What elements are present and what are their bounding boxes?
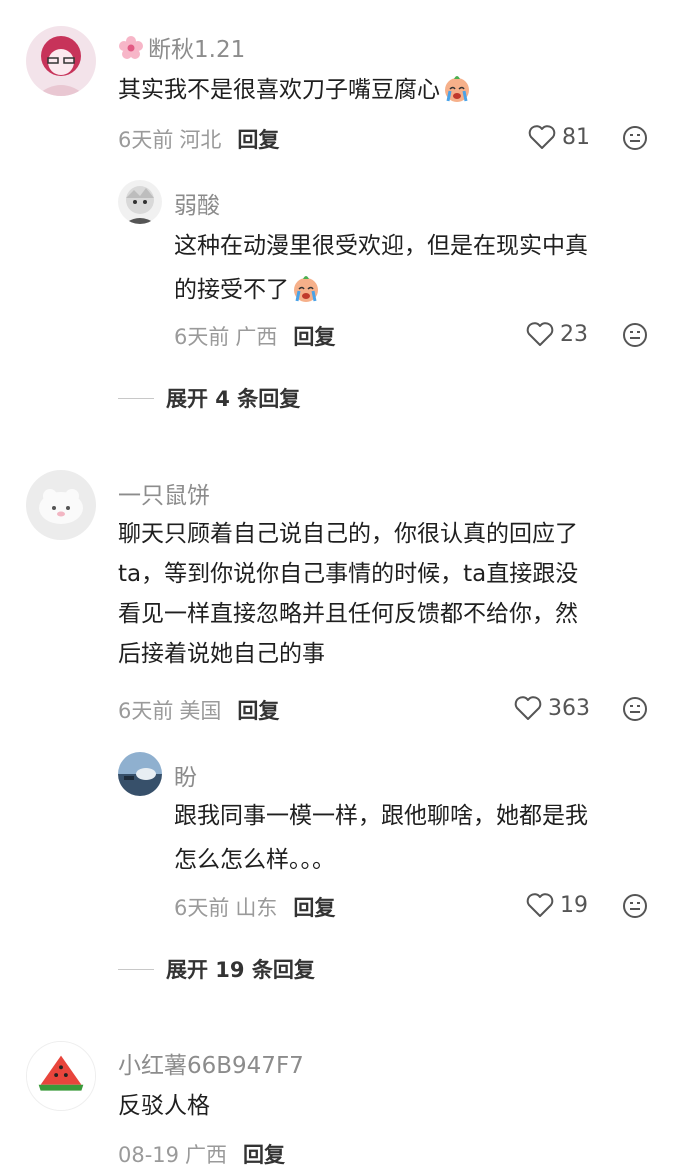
location: 山东: [235, 896, 278, 920]
comment-text: 聊天只顾着自己说自己的，你很认真的回应了 ta，等到你说你自己事情的时候，ta直…: [118, 514, 578, 674]
emoji-face-icon[interactable]: [622, 322, 648, 348]
comment-meta: 6天前 河北 回复: [118, 124, 279, 154]
avatar[interactable]: [26, 470, 96, 540]
like-count: 23: [560, 321, 588, 347]
flower-icon: [119, 36, 143, 59]
reply-text-line: 的接受不了: [174, 270, 588, 310]
timestamp: 6天前: [118, 699, 174, 723]
like-button[interactable]: 81: [528, 124, 590, 150]
like-count: 19: [560, 892, 588, 918]
username[interactable]: 小红薯66B947F7: [118, 1046, 304, 1080]
comment-meta: 08-19 广西 回复: [118, 1139, 285, 1169]
reply-button[interactable]: 回复: [293, 896, 335, 920]
username[interactable]: 断秋1.21: [118, 30, 245, 64]
comment-text-line: 后接着说她自己的事: [118, 641, 325, 667]
divider: [118, 397, 154, 399]
reply-meta: 6天前 广西 回复: [174, 321, 335, 351]
heart-outline-icon: [514, 696, 542, 720]
reply-button[interactable]: 回复: [293, 325, 335, 349]
reply-text-line: 跟我同事一模一样，跟他聊啥，她都是我: [174, 803, 588, 829]
avatar[interactable]: [118, 752, 162, 796]
location: 美国: [179, 699, 222, 723]
like-count: 81: [562, 124, 590, 150]
reply-button[interactable]: 回复: [237, 699, 279, 723]
comment-text: 其实我不是很喜欢刀子嘴豆腐心: [118, 70, 472, 110]
like-button[interactable]: 23: [526, 321, 588, 347]
timestamp: 6天前: [174, 325, 230, 349]
comment-meta: 6天前 美国 回复: [118, 695, 279, 725]
avatar[interactable]: [26, 26, 96, 96]
emoji-face-icon[interactable]: [622, 125, 648, 151]
timestamp: 6天前: [118, 128, 174, 152]
username[interactable]: 盼: [174, 758, 197, 792]
expand-replies-button[interactable]: 展开 4 条回复: [118, 383, 300, 413]
expand-replies-label: 展开 19 条回复: [166, 958, 315, 982]
comment-text-line: 看见一样直接忽略并且任何反馈都不给你，然: [118, 601, 578, 627]
reply-meta: 6天前 山东 回复: [174, 892, 335, 922]
comment-text-line: ta，等到你说你自己事情的时候，ta直接跟没: [118, 561, 579, 587]
location: 河北: [179, 128, 222, 152]
crying-emoji-icon: [294, 276, 318, 302]
heart-outline-icon: [526, 322, 554, 346]
like-count: 363: [548, 695, 590, 721]
crying-emoji-icon: [445, 76, 469, 102]
avatar[interactable]: [26, 1041, 96, 1111]
timestamp: 6天前: [174, 896, 230, 920]
comment-text: 反驳人格: [118, 1093, 210, 1119]
emoji-face-icon[interactable]: [622, 893, 648, 919]
heart-outline-icon: [528, 125, 556, 149]
like-button[interactable]: 19: [526, 892, 588, 918]
timestamp: 08-19: [118, 1143, 180, 1167]
comment-text-content: 其实我不是很喜欢刀子嘴豆腐心: [118, 77, 440, 103]
comment-item: 断秋1.21 其实我不是很喜欢刀子嘴豆腐心 6天前 河北 回复 81 弱酸 这种…: [0, 0, 690, 420]
comment-text-line: 聊天只顾着自己说自己的，你很认真的回应了: [118, 521, 578, 547]
avatar[interactable]: [118, 180, 162, 224]
username-text: 断秋1.21: [148, 37, 246, 63]
location: 广西: [235, 325, 278, 349]
heart-outline-icon: [526, 893, 554, 917]
expand-replies-label: 展开 4 条回复: [166, 387, 301, 411]
divider: [118, 968, 154, 970]
location: 广西: [185, 1143, 228, 1167]
reply-text-content: 的接受不了: [174, 277, 289, 303]
reply-text-line: 这种在动漫里很受欢迎，但是在现实中真: [174, 233, 588, 259]
username[interactable]: 弱酸: [174, 186, 220, 220]
reply-button[interactable]: 回复: [237, 128, 279, 152]
reply-text-line: 怎么怎么样。。。: [174, 847, 335, 873]
reply-text: 跟我同事一模一样，跟他聊啥，她都是我 怎么怎么样。。。: [174, 796, 588, 880]
username[interactable]: 一只鼠饼: [118, 476, 210, 510]
like-button[interactable]: 363: [514, 695, 590, 721]
emoji-face-icon[interactable]: [622, 696, 648, 722]
reply-text: 这种在动漫里很受欢迎，但是在现实中真 的接受不了: [174, 226, 588, 310]
expand-replies-button[interactable]: 展开 19 条回复: [118, 954, 315, 984]
reply-button[interactable]: 回复: [243, 1143, 285, 1167]
